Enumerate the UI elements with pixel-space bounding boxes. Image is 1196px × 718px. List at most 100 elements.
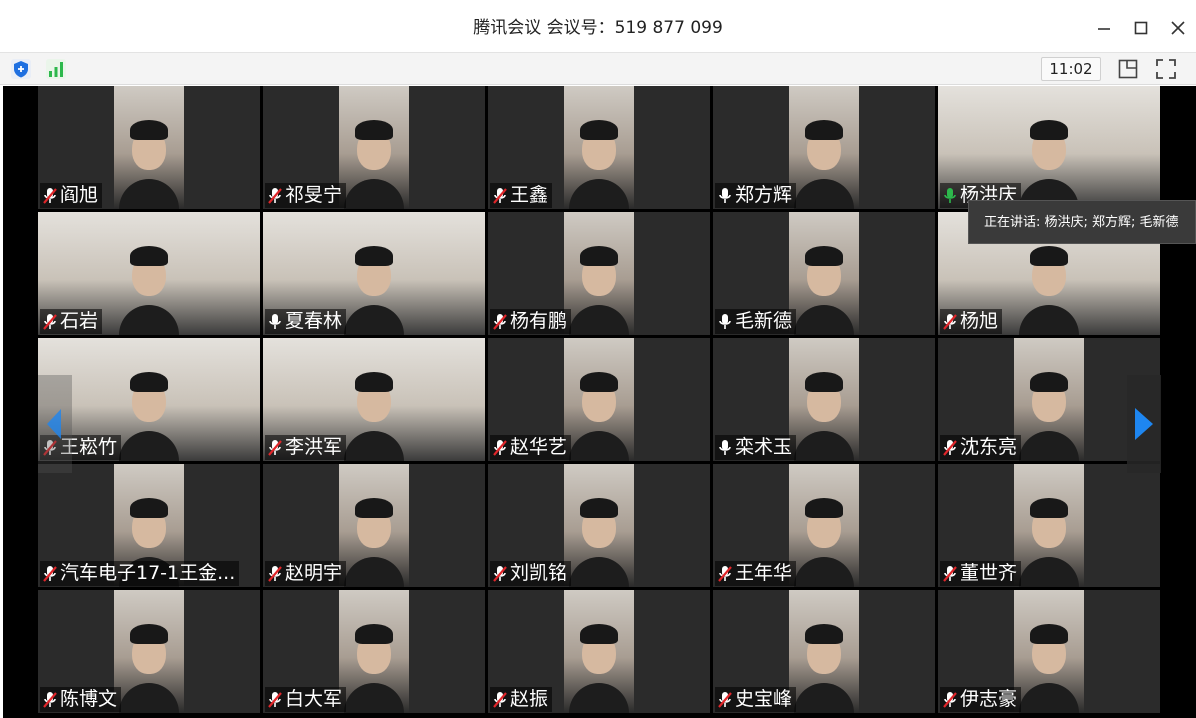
participant-grid: 阎旭 祁旻宁 王鑫 郑方辉 杨洪庆 石岩 夏春林 杨有鹏 毛新德 杨旭 王崧竹 李洪军 赵华艺 栾术玉 沈东… (38, 86, 1163, 718)
participant-tile[interactable]: 石岩 (38, 212, 260, 335)
maximize-button[interactable] (1125, 12, 1157, 44)
fullscreen-icon (1156, 59, 1176, 79)
mic-icon (944, 187, 956, 203)
participant-name: 杨旭 (960, 310, 999, 332)
participant-label: 郑方辉 (715, 183, 797, 208)
participant-tile[interactable]: 伊志豪 (938, 590, 1160, 713)
participant-name: 阎旭 (60, 184, 99, 206)
participant-tile[interactable]: 杨洪庆 (938, 86, 1160, 209)
participant-name: 栾术玉 (735, 436, 793, 458)
network-signal-button[interactable] (44, 57, 68, 81)
minimize-icon (1098, 28, 1110, 30)
participant-tile[interactable]: 白大军 (263, 590, 485, 713)
mic-icon (719, 187, 731, 203)
participant-tile[interactable]: 史宝峰 (713, 590, 935, 713)
participant-label: 王鑫 (490, 183, 553, 208)
participant-tile[interactable]: 王鑫 (488, 86, 710, 209)
mic-muted-icon (268, 439, 282, 456)
participant-video (789, 590, 859, 713)
participant-tile[interactable]: 董世齐 (938, 464, 1160, 587)
participant-name: 赵振 (510, 688, 549, 710)
participant-video (1014, 590, 1084, 713)
layout-button[interactable] (1116, 57, 1140, 81)
mic-muted-icon (493, 187, 507, 204)
participant-tile[interactable]: 刘凯铭 (488, 464, 710, 587)
mic-muted-icon (493, 439, 507, 456)
participant-label: 栾术玉 (715, 435, 797, 460)
mic-muted-icon (43, 565, 57, 582)
participant-name: 王鑫 (510, 184, 549, 206)
video-stage: 阎旭 祁旻宁 王鑫 郑方辉 杨洪庆 石岩 夏春林 杨有鹏 毛新德 杨旭 王崧竹 李洪军 赵华艺 栾术玉 沈东… (3, 86, 1196, 718)
participant-video (564, 212, 634, 335)
mic-muted-icon (268, 691, 282, 708)
participant-tile[interactable]: 祁旻宁 (263, 86, 485, 209)
fullscreen-button[interactable] (1154, 57, 1178, 81)
mic-icon (719, 313, 731, 329)
participant-video (564, 464, 634, 587)
mic-icon (269, 313, 281, 329)
participant-name: 夏春林 (285, 310, 343, 332)
meeting-toolbar: 11:02 (0, 53, 1196, 85)
chevron-right-icon (1135, 408, 1153, 440)
participant-label: 董世齐 (940, 561, 1022, 586)
meeting-clock: 11:02 (1041, 57, 1101, 81)
mic-muted-icon (493, 313, 507, 330)
participant-tile[interactable]: 赵明宇 (263, 464, 485, 587)
security-button[interactable] (9, 57, 33, 81)
participant-video (789, 212, 859, 335)
participant-tile[interactable]: 杨有鹏 (488, 212, 710, 335)
mic-muted-icon (43, 691, 57, 708)
participant-name: 王年华 (735, 562, 793, 584)
participant-label: 赵明宇 (265, 561, 347, 586)
participant-tile[interactable]: 阎旭 (38, 86, 260, 209)
participant-name: 赵明宇 (285, 562, 343, 584)
participant-video (1014, 464, 1084, 587)
participant-tile[interactable]: 郑方辉 (713, 86, 935, 209)
participant-tile[interactable]: 李洪军 (263, 338, 485, 461)
participant-name: 石岩 (60, 310, 99, 332)
participant-label: 伊志豪 (940, 687, 1022, 712)
mic-muted-icon (943, 313, 957, 330)
participant-name: 伊志豪 (960, 688, 1018, 710)
participant-name: 刘凯铭 (510, 562, 568, 584)
participant-tile[interactable]: 陈博文 (38, 590, 260, 713)
participant-name: 李洪军 (285, 436, 343, 458)
participant-label: 赵振 (490, 687, 553, 712)
mic-muted-icon (718, 691, 732, 708)
maximize-icon (1134, 21, 1148, 35)
participant-label: 陈博文 (40, 687, 122, 712)
participant-tile[interactable]: 赵华艺 (488, 338, 710, 461)
signal-icon (46, 59, 66, 79)
participant-label: 夏春林 (265, 309, 347, 334)
layout-icon (1118, 59, 1138, 79)
participant-label: 刘凯铭 (490, 561, 572, 586)
mic-muted-icon (943, 565, 957, 582)
participant-tile[interactable]: 毛新德 (713, 212, 935, 335)
participant-tile[interactable]: 王年华 (713, 464, 935, 587)
participant-tile[interactable]: 赵振 (488, 590, 710, 713)
participant-video (564, 590, 634, 713)
participant-label: 史宝峰 (715, 687, 797, 712)
previous-page-button[interactable] (38, 375, 72, 473)
participant-tile[interactable]: 夏春林 (263, 212, 485, 335)
mic-muted-icon (43, 187, 57, 204)
mic-icon (719, 439, 731, 455)
participant-tile[interactable]: 汽车电子17-1王金... (38, 464, 260, 587)
participant-video (789, 338, 859, 461)
participant-video (114, 590, 184, 713)
next-page-button[interactable] (1127, 375, 1161, 473)
shield-icon (11, 59, 31, 79)
close-button[interactable] (1162, 12, 1194, 44)
window-title: 腾讯会议 会议号：519 877 099 (473, 18, 723, 38)
participant-video (564, 338, 634, 461)
participant-label: 杨旭 (940, 309, 1003, 334)
participant-name: 毛新德 (735, 310, 793, 332)
participant-video (339, 590, 409, 713)
minimize-button[interactable] (1088, 12, 1120, 44)
participant-name: 沈东亮 (960, 436, 1018, 458)
mic-muted-icon (943, 691, 957, 708)
participant-label: 毛新德 (715, 309, 797, 334)
participant-name: 董世齐 (960, 562, 1018, 584)
participant-name: 白大军 (285, 688, 343, 710)
participant-tile[interactable]: 栾术玉 (713, 338, 935, 461)
